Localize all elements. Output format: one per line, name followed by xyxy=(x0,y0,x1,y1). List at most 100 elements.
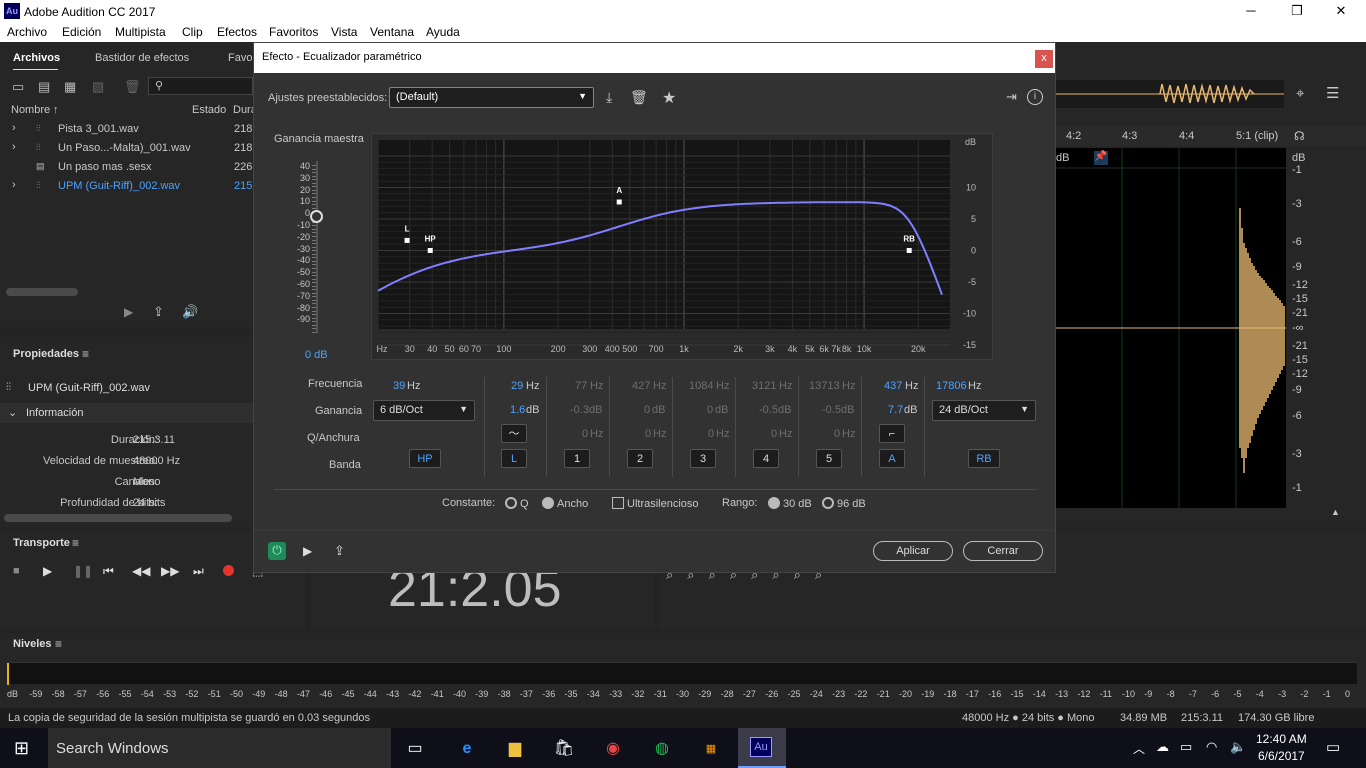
band-3-freq[interactable]: 1084 xyxy=(689,380,713,392)
kindle-icon[interactable]: ▦ xyxy=(698,736,724,762)
master-gain-slider-track[interactable] xyxy=(316,161,318,333)
tab-archivos[interactable]: Archivos xyxy=(13,52,60,64)
band-l-button[interactable]: L xyxy=(501,449,527,468)
band-1-button[interactable]: 1 xyxy=(564,449,590,468)
band-1-freq[interactable]: 77 xyxy=(575,380,587,392)
store-icon[interactable]: 🛍 xyxy=(551,736,577,762)
insert-icon[interactable]: ▧ xyxy=(92,79,104,95)
band-1-gain[interactable]: -0.3 xyxy=(570,404,589,416)
tab-favoritos[interactable]: Favor xyxy=(228,52,256,64)
new-file-icon[interactable]: ▦ xyxy=(64,79,76,95)
routing-icon[interactable]: ⇥ xyxy=(1006,89,1017,105)
menu-clip[interactable]: Clip xyxy=(182,25,203,39)
minimize-button[interactable]: ─ xyxy=(1228,0,1274,23)
band-2-freq[interactable]: 427 xyxy=(632,380,650,392)
power-toggle-icon[interactable]: ⏻ xyxy=(268,542,286,560)
onedrive-icon[interactable]: ☁ xyxy=(1156,739,1169,755)
pause-icon[interactable]: ❚❚ xyxy=(73,564,93,578)
band-4-freq[interactable]: 3121 xyxy=(752,380,776,392)
band-hp-button[interactable]: HP xyxy=(409,449,441,468)
import-icon[interactable]: ▤ xyxy=(38,79,50,95)
panel-menu-icon[interactable]: ≡ xyxy=(72,536,79,550)
action-center-icon[interactable]: ▭ xyxy=(1326,738,1340,756)
band-l-freq[interactable]: 29 xyxy=(511,380,523,392)
delete-preset-icon[interactable]: 🗑 xyxy=(630,89,648,106)
menu-vista[interactable]: Vista xyxy=(331,25,357,39)
dialog-title-bar[interactable]: Efecto - Ecualizador paramétrico x xyxy=(254,43,1055,73)
col-state[interactable]: Estado xyxy=(192,104,226,116)
preview-loop-icon[interactable]: ⇪ xyxy=(334,543,345,559)
range-96-radio[interactable]: 96 dB xyxy=(822,497,866,510)
horizontal-scrollbar[interactable] xyxy=(6,288,78,296)
menu-favoritos[interactable]: Favoritos xyxy=(269,25,318,39)
menu-multipista[interactable]: Multipista xyxy=(115,25,166,39)
time-ruler[interactable]: 4:2 4:3 4:4 5:1 (clip) ☊ xyxy=(1056,126,1366,146)
file-row[interactable]: ▤ Un paso mas .sesx 226 xyxy=(0,158,253,177)
panel-menu-icon[interactable]: ≡ xyxy=(82,347,89,361)
band-2-gain[interactable]: 0 xyxy=(644,404,650,416)
band-3-q[interactable]: 0 xyxy=(708,428,714,440)
edge-icon[interactable]: e xyxy=(454,736,480,762)
eq-graph[interactable]: Hz 30 40 50 60 70 100 200 300 400 500 700 1k 2k 3k 4k 5k… xyxy=(372,134,992,359)
search-input[interactable]: ⚲ xyxy=(148,77,253,95)
band-5-gain[interactable]: -0.5 xyxy=(822,404,841,416)
band-2-button[interactable]: 2 xyxy=(627,449,653,468)
tab-bastidor[interactable]: Bastidor de efectos xyxy=(95,52,189,64)
band-rb-button[interactable]: RB xyxy=(968,449,1000,468)
panel-menu-icon[interactable]: ≡ xyxy=(55,637,62,651)
horizontal-scrollbar[interactable] xyxy=(4,514,232,522)
expand-icon[interactable]: › xyxy=(12,141,16,153)
overview-strip[interactable] xyxy=(1056,80,1284,108)
constant-q-radio[interactable]: Q xyxy=(505,497,529,510)
constant-width-radio[interactable]: Ancho xyxy=(542,497,588,510)
expand-icon[interactable]: › xyxy=(12,122,16,134)
trash-icon[interactable]: 🗑 xyxy=(124,79,141,95)
info-icon[interactable]: i xyxy=(1027,89,1043,105)
wifi-icon[interactable]: ◠ xyxy=(1206,739,1217,755)
high-shelf-shape-button[interactable]: ⌐ xyxy=(879,424,905,443)
volume-icon[interactable]: 🔈 xyxy=(1230,739,1246,755)
scroll-up-icon[interactable]: ▲ xyxy=(1331,507,1340,517)
band-5-q[interactable]: 0 xyxy=(834,428,840,440)
play-icon[interactable]: ▶ xyxy=(124,305,133,319)
file-row[interactable]: › ⫶⫶ Pista 3_001.wav 218 xyxy=(0,120,253,139)
stop-icon[interactable]: ■ xyxy=(13,565,20,577)
range-30-radio[interactable]: 30 dB xyxy=(768,497,812,510)
battery-icon[interactable]: ▭ xyxy=(1180,739,1192,755)
ultra-quiet-checkbox[interactable]: Ultrasilencioso xyxy=(612,497,699,510)
master-gain-slider-knob[interactable] xyxy=(310,210,323,223)
rewind-icon[interactable]: ◀◀ xyxy=(132,564,150,578)
band-l-gain[interactable]: 1.6 xyxy=(510,404,525,416)
open-file-icon[interactable]: ▭ xyxy=(12,79,24,95)
loop-icon[interactable]: ⇪ xyxy=(153,304,164,320)
record-icon[interactable] xyxy=(223,565,234,576)
menu-edicion[interactable]: Edición xyxy=(62,25,101,39)
low-shelf-shape-button[interactable]: 〜 xyxy=(501,424,527,443)
band-5-button[interactable]: 5 xyxy=(816,449,842,468)
clock-date[interactable]: 6/6/2017 xyxy=(1258,749,1305,763)
save-preset-icon[interactable]: ⤓ xyxy=(606,89,612,106)
skip-end-icon[interactable]: ⏭ xyxy=(193,564,204,579)
band-3-button[interactable]: 3 xyxy=(690,449,716,468)
menu-ventana[interactable]: Ventana xyxy=(370,25,414,39)
waveform-canvas[interactable]: dB 📌 xyxy=(1056,148,1286,508)
band-3-gain[interactable]: 0 xyxy=(707,404,713,416)
col-name[interactable]: Nombre xyxy=(11,104,50,116)
band-a-freq[interactable]: 437 xyxy=(884,380,902,392)
close-window-button[interactable]: ✕ xyxy=(1318,0,1364,23)
band-4-gain[interactable]: -0.5 xyxy=(759,404,778,416)
task-view-icon[interactable]: ▭ xyxy=(402,736,428,762)
close-button[interactable]: Cerrar xyxy=(963,541,1043,561)
dialog-close-button[interactable]: x xyxy=(1035,50,1053,68)
rb-freq-value[interactable]: 17806 xyxy=(936,380,967,392)
skip-start-icon[interactable]: ⏮ xyxy=(103,564,114,579)
band-2-q[interactable]: 0 xyxy=(645,428,651,440)
chrome-icon[interactable]: ◉ xyxy=(600,736,626,762)
play-icon[interactable]: ▶ xyxy=(43,564,52,578)
panel-list-icon[interactable]: ☰ xyxy=(1326,84,1339,102)
maximize-button[interactable]: ❐ xyxy=(1274,0,1320,23)
band-a-gain[interactable]: 7.7 xyxy=(888,404,903,416)
tray-expand-icon[interactable]: ︿ xyxy=(1133,740,1145,757)
autoplay-icon[interactable]: 🔊 xyxy=(182,304,198,320)
file-row-selected[interactable]: › ⫶⫶ UPM (Guit-Riff)_002.wav 215 xyxy=(0,177,253,196)
